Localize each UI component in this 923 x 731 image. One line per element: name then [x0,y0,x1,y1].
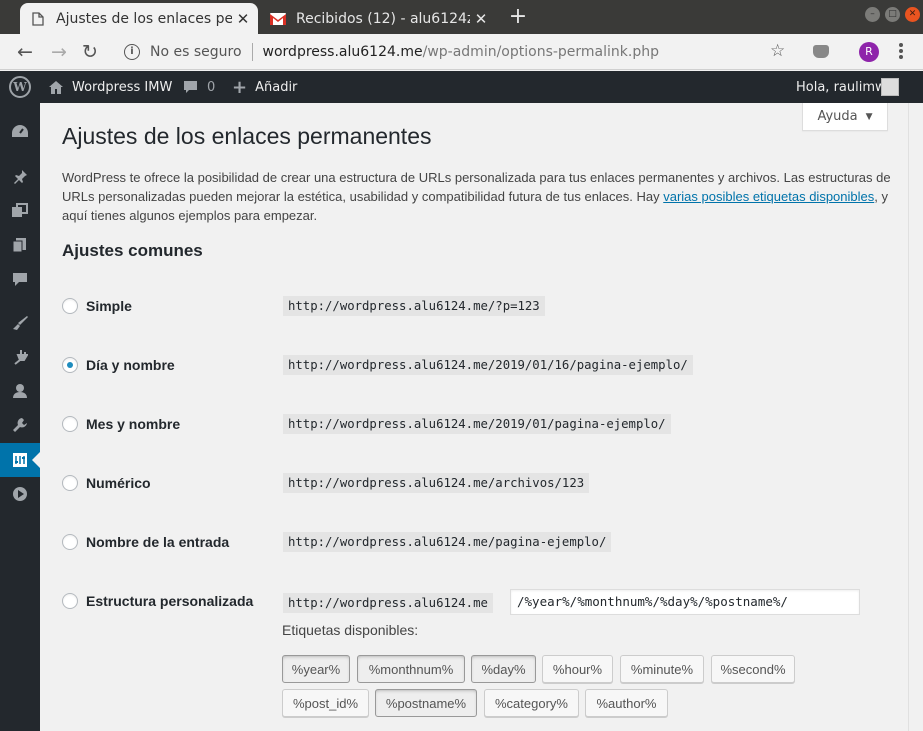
play-circle-icon[interactable] [0,477,40,511]
tag-button-year[interactable]: %year% [282,655,350,683]
custom-base-url: http://wordpress.alu6124.me [283,593,493,613]
option-label: Simple [86,298,132,314]
appearance-icon[interactable] [0,306,40,340]
site-name-link[interactable]: Wordpress IMW [48,71,172,103]
forward-icon[interactable]: → [47,40,71,64]
option-simple[interactable]: Simple [62,296,132,316]
tag-button-author[interactable]: %author% [585,689,668,717]
wp-admin-bar: W Wordpress IMW 0 + Añadir Hola, raulimw [0,71,923,103]
tag-button-monthnum[interactable]: %monthnum% [357,655,465,683]
bookmark-star-icon[interactable]: ☆ [770,41,785,61]
custom-structure-input[interactable]: /%year%/%monthnum%/%day%/%postname%/ [510,589,860,615]
close-tab-icon[interactable]: ✕ [470,10,492,28]
option-custom-structure[interactable]: Estructura personalizada [62,591,253,611]
plugins-icon[interactable] [0,340,40,374]
page-icon [30,11,46,27]
pages-icon[interactable] [0,228,40,262]
settings-icon[interactable] [0,443,40,477]
tag-button-minute[interactable]: %minute% [620,655,704,683]
radio-button-checked[interactable] [62,357,78,373]
help-label: Ayuda [817,109,858,124]
tag-button-hour[interactable]: %hour% [542,655,613,683]
help-tab-button[interactable]: Ayuda ▼ [802,103,888,131]
security-label: No es seguro [150,44,242,60]
example-url: http://wordpress.alu6124.me/archivos/123 [283,473,590,493]
info-icon[interactable]: i [124,44,140,60]
url-host: wordpress.alu6124.me [262,44,423,60]
comments-link[interactable]: 0 [183,71,215,103]
minimize-icon[interactable]: – [865,7,880,22]
tab-title: Recibidos (12) - alu6124z@ [296,10,470,27]
caret-down-icon: ▼ [865,111,873,122]
add-new-link[interactable]: + Añadir [232,71,297,103]
tags-label: Etiquetas disponibles: [282,622,419,638]
profile-avatar[interactable]: R [859,42,879,62]
back-icon[interactable]: ← [13,40,37,64]
browser-menu-icon[interactable] [899,43,903,61]
close-window-icon[interactable]: ✕ [905,7,920,22]
address-bar[interactable]: i No es seguro wordpress.alu6124.me /wp-… [116,38,796,66]
option-label: Estructura personalizada [86,593,254,609]
option-post-name[interactable]: Nombre de la entrada [62,532,229,552]
greeting: Hola, raulimw [796,79,886,95]
radio-button[interactable] [62,593,78,609]
radio-button[interactable] [62,416,78,432]
comment-icon [184,80,197,93]
tools-wrench-icon[interactable] [0,408,40,442]
example-url: http://wordpress.alu6124.me/?p=123 [283,296,545,316]
posts-pin-icon[interactable] [0,160,40,194]
section-title: Ajustes comunes [62,241,203,260]
tag-button-category[interactable]: %category% [484,689,579,717]
option-day-name[interactable]: Día y nombre [62,355,175,375]
available-tags-link[interactable]: varias posibles etiquetas disponibles [663,189,874,204]
tag-button-day[interactable]: %day% [471,655,536,683]
option-numeric[interactable]: Numérico [62,473,151,493]
option-month-name[interactable]: Mes y nombre [62,414,180,434]
gmail-icon [270,11,286,27]
extension-icon[interactable] [813,45,829,58]
url-path: /wp-admin/options-permalink.php [422,44,659,60]
tab-permalinks[interactable]: Ajustes de los enlaces per ✕ [20,3,258,34]
page-scrollbar[interactable] [908,103,923,731]
wordpress-logo-icon[interactable]: W [9,76,31,98]
avatar[interactable] [881,78,899,96]
browser-titlebar: Ajustes de los enlaces per ✕ Recibidos (… [0,0,923,34]
admin-sidebar [0,103,40,731]
example-url: http://wordpress.alu6124.me/2019/01/pagi… [283,414,671,434]
site-name: Wordpress IMW [72,79,173,95]
plus-icon: + [232,76,248,98]
option-label: Día y nombre [86,357,175,373]
radio-button[interactable] [62,534,78,550]
comments-count: 0 [207,79,216,95]
new-tab-button[interactable]: + [506,4,530,30]
example-url: http://wordpress.alu6124.me/2019/01/16/p… [283,355,693,375]
home-icon [49,80,63,94]
add-new-label: Añadir [255,79,298,95]
option-label: Nombre de la entrada [86,534,230,550]
divider [251,43,253,61]
reload-icon[interactable]: ↻ [78,40,102,64]
account-menu[interactable]: Hola, raulimw [796,71,886,103]
media-icon[interactable] [0,194,40,228]
page-intro: WordPress te ofrece la posibilidad de cr… [62,168,892,225]
page-title: Ajustes de los enlaces permanentes [62,123,432,149]
tag-button-second[interactable]: %second% [711,655,795,683]
comments-icon[interactable] [0,262,40,296]
tag-button-postname[interactable]: %postname% [375,689,477,717]
radio-button[interactable] [62,475,78,491]
maximize-icon[interactable]: □ [885,7,900,22]
dashboard-icon[interactable] [0,114,40,148]
users-icon[interactable] [0,374,40,408]
option-label: Mes y nombre [86,416,181,432]
tag-button-post-id[interactable]: %post_id% [282,689,369,717]
radio-button[interactable] [62,298,78,314]
main-content: Ayuda ▼ Ajustes de los enlaces permanent… [40,103,908,731]
example-url: http://wordpress.alu6124.me/pagina-ejemp… [283,532,612,552]
browser-toolbar: ← → ↻ i No es seguro wordpress.alu6124.m… [0,34,923,70]
option-label: Numérico [86,475,151,491]
tab-gmail[interactable]: Recibidos (12) - alu6124z@ ✕ [260,3,496,34]
close-tab-icon[interactable]: ✕ [232,10,254,28]
tab-title: Ajustes de los enlaces per [56,10,232,27]
